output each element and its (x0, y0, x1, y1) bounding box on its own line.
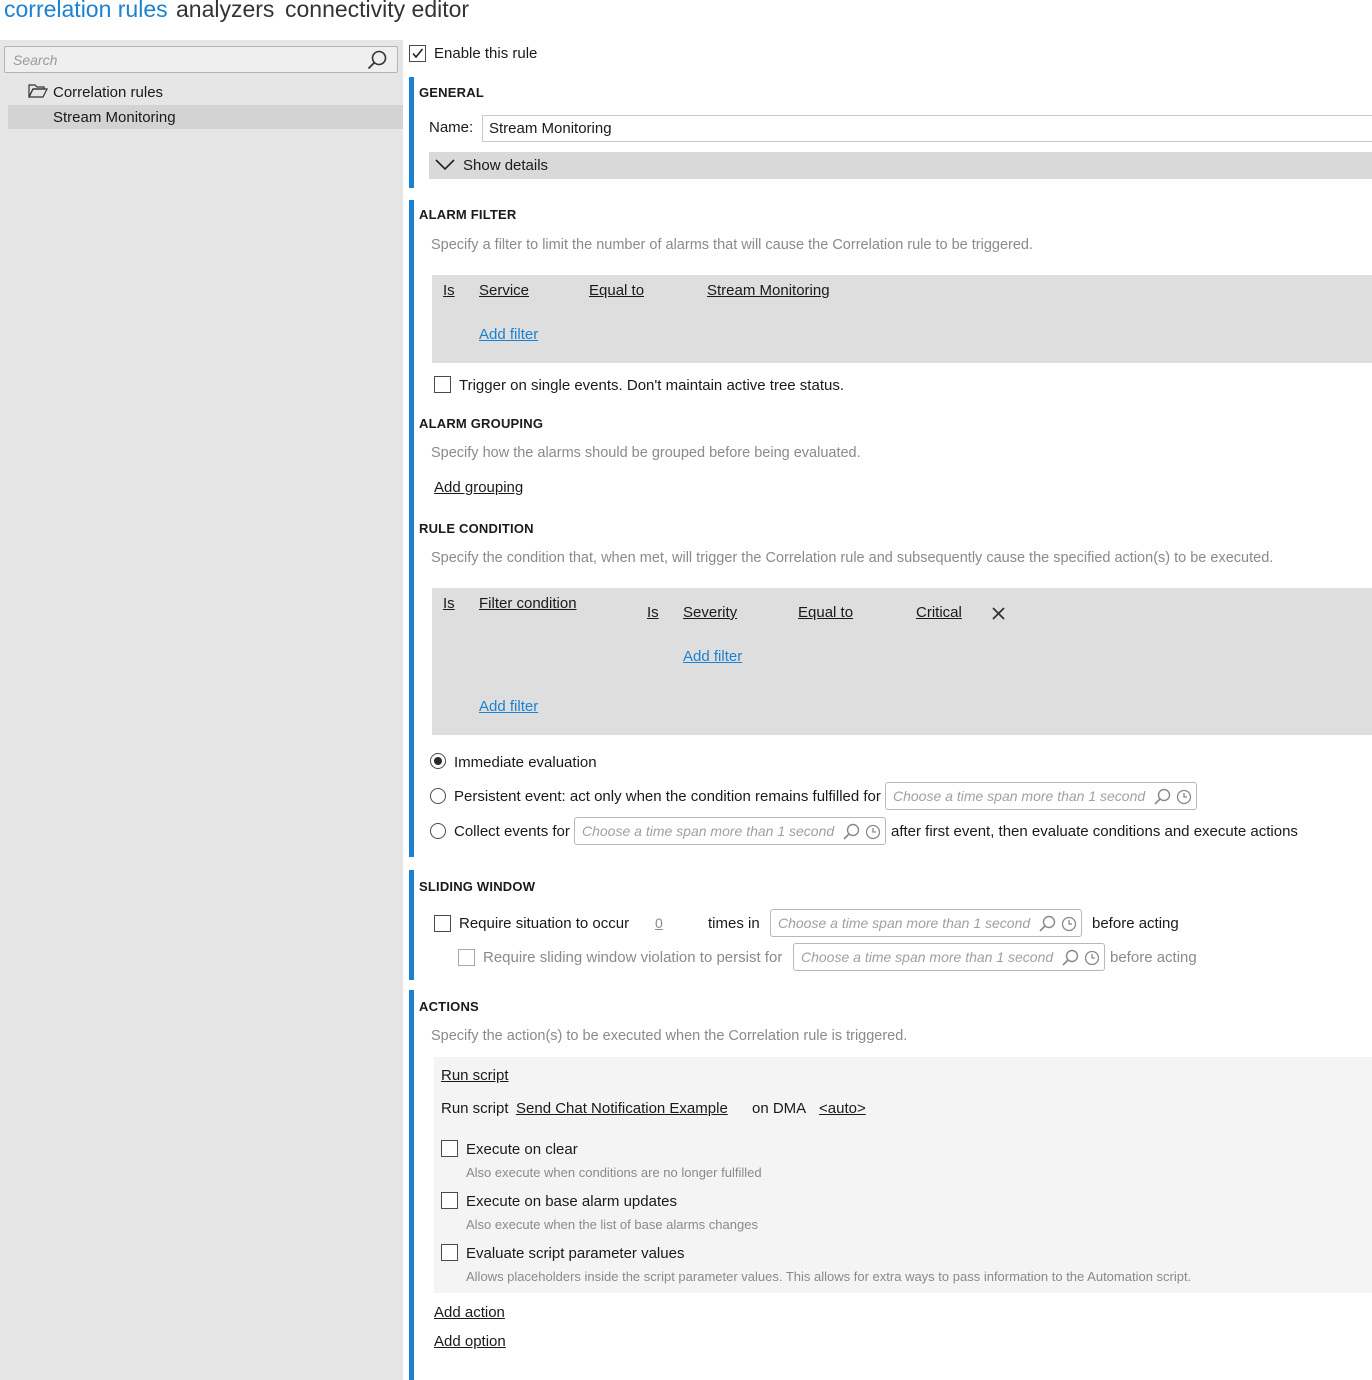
sliding-window-title: SLIDING WINDOW (419, 879, 536, 894)
timespan-placeholder: Choose a time span more than 1 second (778, 915, 1031, 931)
rule-condition-title: RULE CONDITION (419, 521, 534, 536)
name-label: Name: (429, 119, 474, 136)
on-dma-label: on DMA (752, 1100, 807, 1117)
close-icon[interactable] (991, 606, 1006, 621)
actions-hint: Specify the action(s) to be executed whe… (431, 1028, 908, 1044)
persist-timespan-input[interactable]: Choose a time span more than 1 second (793, 943, 1105, 971)
script-name-link[interactable]: Send Chat Notification Example (516, 1100, 728, 1117)
sliding-timespan-input[interactable]: Choose a time span more than 1 second (770, 909, 1082, 937)
rule-condition-hint: Specify the condition that, when met, wi… (431, 550, 1274, 566)
execute-on-base-label: Execute on base alarm updates (466, 1193, 677, 1210)
tree-root-label: Correlation rules (53, 84, 164, 101)
require-situation-label: Require situation to occur (459, 915, 630, 932)
condition-is-toggle[interactable]: Is (443, 595, 455, 612)
clock-icon[interactable] (865, 824, 881, 840)
show-details-label: Show details (463, 157, 549, 174)
alarm-filter-box (432, 275, 1372, 363)
immediate-evaluation-label: Immediate evaluation (454, 754, 597, 771)
run-script-header-link[interactable]: Run script (441, 1067, 509, 1084)
tab-connectivity-editor[interactable]: connectivity editor (285, 0, 469, 23)
filter-condition-link[interactable]: Filter condition (479, 595, 577, 612)
filter-operator[interactable]: Equal to (589, 282, 644, 299)
search-input[interactable] (5, 47, 355, 72)
condition-add-filter-link[interactable]: Add filter (479, 698, 538, 715)
collect-events-after-label: after first event, then evaluate conditi… (891, 823, 1298, 840)
run-script-label: Run script (441, 1100, 509, 1117)
inner-value[interactable]: Critical (916, 604, 962, 621)
timespan-placeholder: Choose a time span more than 1 second (801, 949, 1054, 965)
persistent-timespan-input[interactable]: Choose a time span more than 1 second (885, 782, 1197, 810)
alarm-grouping-hint: Specify how the alarms should be grouped… (431, 445, 861, 461)
inner-field-severity[interactable]: Severity (683, 604, 737, 621)
inner-add-filter-link[interactable]: Add filter (683, 648, 742, 665)
execute-on-clear-label: Execute on clear (466, 1141, 578, 1158)
before-acting-label-2: before acting (1110, 949, 1197, 966)
clock-icon[interactable] (1176, 789, 1192, 805)
collect-timespan-input[interactable]: Choose a time span more than 1 second (574, 817, 886, 845)
execute-on-base-hint: Also execute when the list of base alarm… (466, 1217, 758, 1232)
add-action-link[interactable]: Add action (434, 1304, 505, 1321)
alarm-filter-add-filter-link[interactable]: Add filter (479, 326, 538, 343)
require-persist-label: Require sliding window violation to pers… (483, 949, 783, 966)
checkmark-icon (412, 48, 424, 59)
search-icon[interactable] (1060, 948, 1080, 968)
inner-is-toggle[interactable]: Is (647, 604, 659, 621)
occurrence-count[interactable]: 0 (655, 915, 663, 931)
alarm-filter-hint: Specify a filter to limit the number of … (431, 237, 1034, 253)
search-icon[interactable] (366, 49, 388, 71)
enable-rule-checkbox[interactable] (409, 45, 426, 62)
times-in-label: times in (708, 915, 760, 932)
tab-analyzers[interactable]: analyzers (176, 0, 274, 23)
alarm-filter-title: ALARM FILTER (419, 207, 517, 222)
require-situation-checkbox[interactable] (434, 915, 451, 932)
persistent-event-label: Persistent event: act only when the cond… (454, 788, 881, 805)
before-acting-label: before acting (1092, 915, 1179, 932)
timespan-placeholder: Choose a time span more than 1 second (582, 823, 835, 839)
enable-rule-label: Enable this rule (434, 45, 538, 62)
evaluate-params-hint: Allows placeholders inside the script pa… (466, 1269, 1192, 1284)
name-input[interactable] (482, 115, 1372, 142)
tab-correlation-rules[interactable]: correlation rules (4, 0, 168, 23)
filter-section-bar (409, 200, 414, 857)
evaluate-params-checkbox[interactable] (441, 1244, 458, 1261)
chevron-down-icon (435, 159, 455, 171)
trigger-single-checkbox[interactable] (434, 376, 451, 393)
search-icon[interactable] (841, 822, 861, 842)
actions-title: ACTIONS (419, 999, 479, 1014)
collect-events-radio[interactable] (430, 823, 446, 839)
sliding-window-section-bar (409, 870, 414, 980)
show-details-bar[interactable]: Show details (429, 152, 1372, 179)
trigger-single-label: Trigger on single events. Don't maintain… (459, 377, 844, 394)
clock-icon[interactable] (1061, 916, 1077, 932)
timespan-placeholder: Choose a time span more than 1 second (893, 788, 1146, 804)
immediate-evaluation-radio[interactable] (430, 753, 446, 769)
require-persist-checkbox[interactable] (458, 949, 475, 966)
search-icon[interactable] (1152, 787, 1172, 807)
clock-icon[interactable] (1084, 950, 1100, 966)
inner-operator[interactable]: Equal to (798, 604, 853, 621)
folder-open-icon (28, 84, 48, 98)
execute-on-clear-checkbox[interactable] (441, 1140, 458, 1157)
actions-section-bar (409, 990, 414, 1380)
tree-item-label: Stream Monitoring (53, 109, 176, 126)
add-option-link[interactable]: Add option (434, 1333, 506, 1350)
filter-is-toggle[interactable]: Is (443, 282, 455, 299)
alarm-grouping-title: ALARM GROUPING (419, 416, 544, 431)
execute-on-base-checkbox[interactable] (441, 1192, 458, 1209)
filter-field-service[interactable]: Service (479, 282, 529, 299)
persistent-event-radio[interactable] (430, 788, 446, 804)
filter-value[interactable]: Stream Monitoring (707, 282, 830, 299)
add-grouping-link[interactable]: Add grouping (434, 479, 523, 496)
search-icon[interactable] (1037, 914, 1057, 934)
execute-on-clear-hint: Also execute when conditions are no long… (466, 1165, 762, 1180)
dma-value-link[interactable]: <auto> (819, 1100, 866, 1117)
evaluate-params-label: Evaluate script parameter values (466, 1245, 685, 1262)
general-section-bar (409, 77, 414, 188)
search-box (4, 46, 398, 73)
general-title: GENERAL (419, 85, 484, 100)
collect-events-label: Collect events for (454, 823, 570, 840)
sidebar (0, 40, 403, 1380)
tree-item-stream-monitoring[interactable]: Stream Monitoring (8, 105, 403, 129)
